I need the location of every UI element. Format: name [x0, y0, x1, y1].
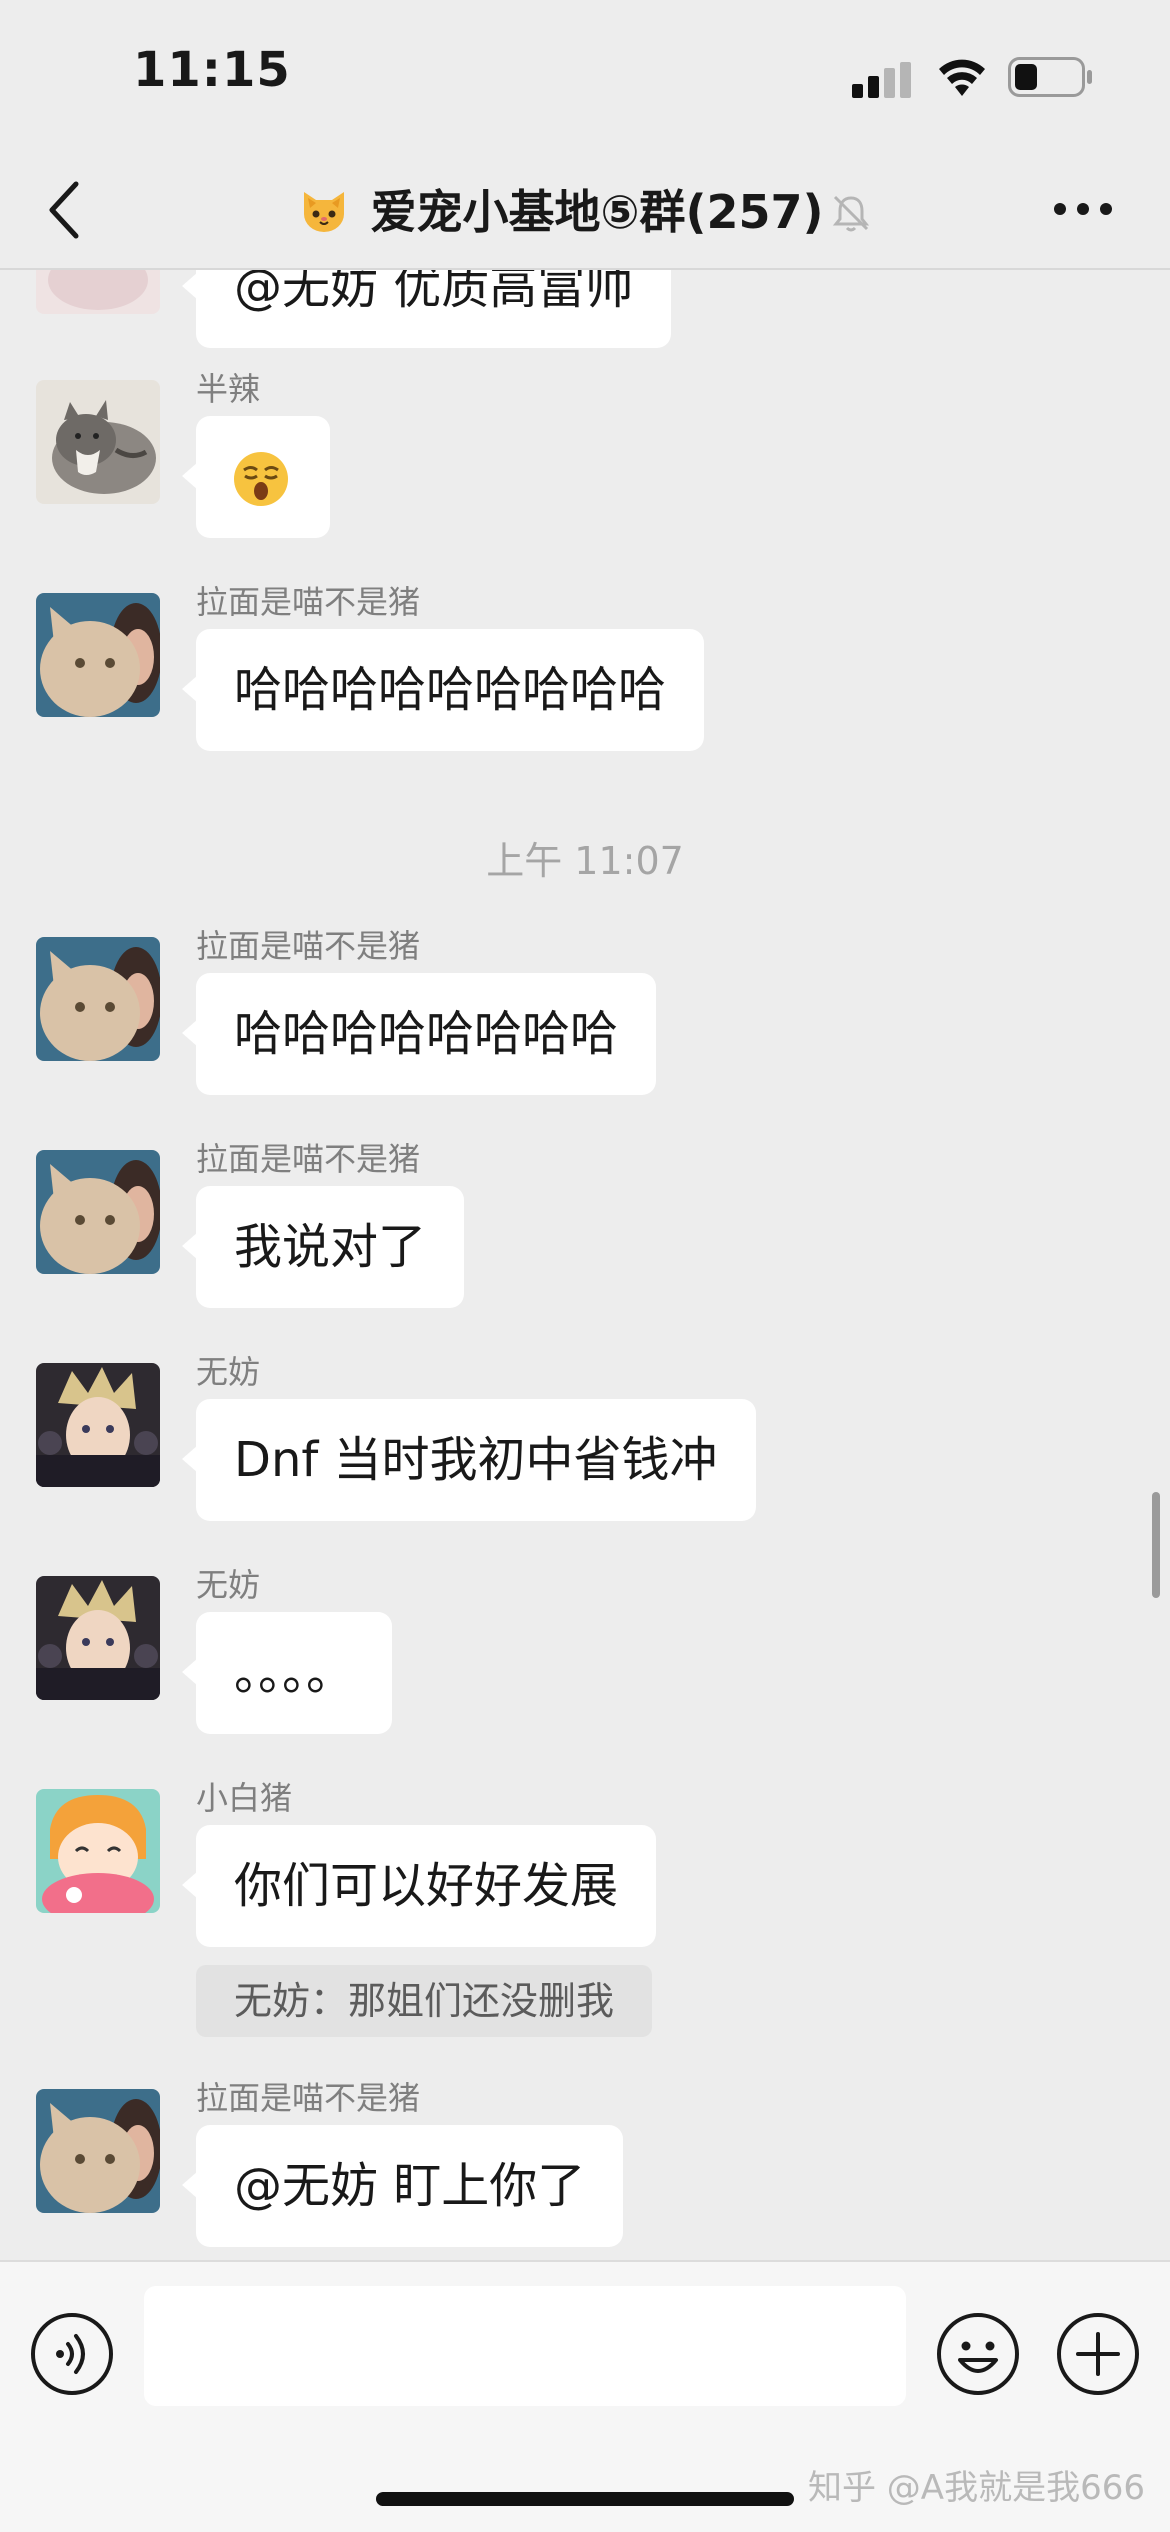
avatar[interactable]	[36, 1789, 160, 1913]
sender-name: 无妨	[196, 1353, 261, 1391]
message-input[interactable]	[144, 2286, 906, 2406]
wifi-icon	[939, 59, 985, 96]
avatar[interactable]	[36, 1363, 160, 1487]
message-bubble[interactable]: Dnf 当时我初中省钱冲	[182, 1399, 756, 1521]
avatar[interactable]	[36, 270, 160, 314]
message-bubble[interactable]: @无妨 优质高富帅	[181, 270, 672, 348]
watermark: 知乎 @A我就是我666	[808, 2468, 1145, 2508]
message-bubble[interactable]: 我说对了	[181, 1186, 465, 1308]
sender-name: 拉面是喵不是猪	[196, 2079, 421, 2117]
yawning-face-emoji-icon	[234, 452, 288, 506]
plus-icon[interactable]	[1056, 2312, 1140, 2396]
sender-name: 拉面是喵不是猪	[196, 1140, 421, 1178]
group-name: 爱宠小基地⑤群	[370, 185, 686, 239]
sender-name: 半辣	[196, 370, 261, 408]
home-indicator[interactable]	[376, 2492, 794, 2506]
voice-icon[interactable]	[30, 2312, 114, 2396]
cellular-signal-icon	[852, 62, 911, 98]
scrollbar[interactable]	[1152, 1492, 1160, 1598]
avatar[interactable]	[36, 380, 160, 504]
avatar[interactable]	[36, 1576, 160, 1700]
sender-name: 无妨	[196, 1566, 261, 1604]
battery-icon	[1008, 57, 1092, 97]
chat-header: 爱宠小基地⑤群(257)	[0, 150, 1170, 270]
avatar[interactable]	[36, 593, 160, 717]
more-ellipsis-icon[interactable]	[1052, 194, 1114, 224]
sender-name: 拉面是喵不是猪	[196, 927, 421, 965]
cat-face-icon	[304, 192, 345, 232]
member-count: (257)	[685, 185, 824, 239]
quoted-reply[interactable]: 无妨：那姐们还没删我	[196, 1965, 653, 2037]
emoji-icon[interactable]	[936, 2312, 1020, 2396]
message-bubble[interactable]: @无妨 盯上你了	[181, 2125, 624, 2247]
mute-bell-icon	[832, 195, 869, 232]
sender-name: 小白猪	[196, 1779, 293, 1817]
message-list[interactable]: @无妨 优质高富帅 半辣 拉面是喵不是猪 哈哈哈哈哈哈哈哈哈 上午 11:07 …	[0, 270, 1170, 2260]
message-bubble[interactable]: 哈哈哈哈哈哈哈哈哈	[181, 629, 705, 751]
status-time: 11:15	[133, 42, 291, 98]
chat-timestamp: 上午 11:07	[486, 839, 684, 883]
avatar[interactable]	[36, 937, 160, 1061]
status-bar: 11:15	[0, 0, 1170, 150]
avatar[interactable]	[36, 2089, 160, 2213]
message-bubble[interactable]: 你们可以好好发展	[181, 1825, 657, 1947]
message-bubble[interactable]: 哈哈哈哈哈哈哈哈	[181, 973, 657, 1095]
sender-name: 拉面是喵不是猪	[196, 583, 421, 621]
chat-title: 爱宠小基地⑤群(257)	[0, 176, 1170, 242]
message-bubble[interactable]	[182, 416, 330, 538]
avatar[interactable]	[36, 1150, 160, 1274]
message-bubble[interactable]: 。。。。	[181, 1612, 393, 1734]
